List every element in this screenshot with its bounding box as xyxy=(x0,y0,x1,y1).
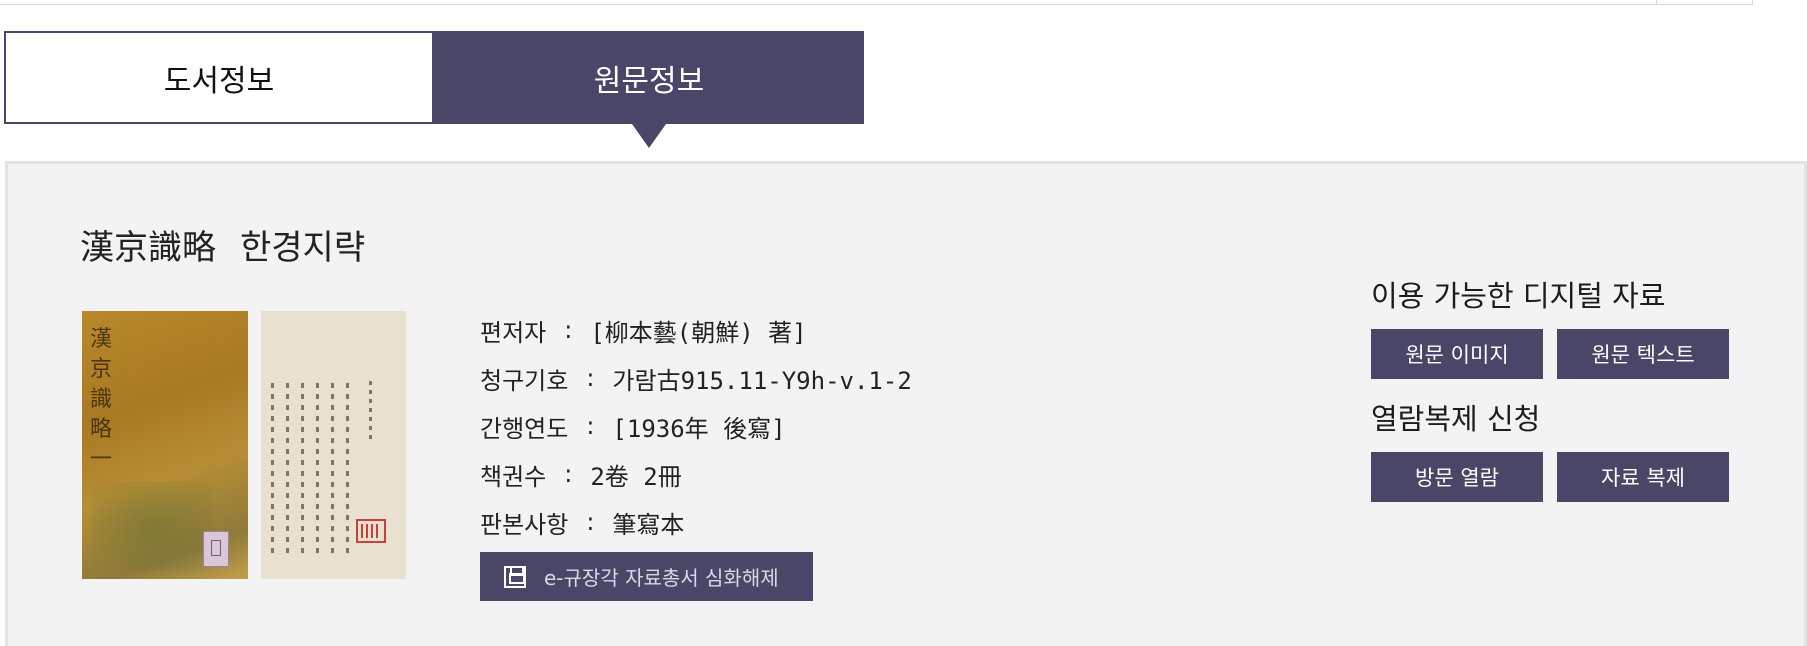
meta-label: 책권수 xyxy=(480,462,547,491)
meta-author: 편저자 : [柳本藝(朝鮮) 著] xyxy=(480,306,912,354)
book-metadata: 편저자 : [柳本藝(朝鮮) 著] 청구기호 : 가람古915.11-Y9h-v… xyxy=(480,306,912,546)
meta-colon: : xyxy=(586,508,595,536)
visit-reading-button[interactable]: 방문 열람 xyxy=(1371,452,1543,502)
book-page-thumbnail[interactable] xyxy=(261,311,406,579)
top-border-strip xyxy=(0,0,1753,5)
tab-book-info[interactable]: 도서정보 xyxy=(4,31,434,124)
material-copy-button[interactable]: 자료 복제 xyxy=(1557,452,1729,502)
tab-original-info[interactable]: 원문정보 xyxy=(434,31,864,148)
meta-label: 판본사항 xyxy=(480,510,569,539)
e-kyujanggak-commentary-button[interactable]: e-규장각 자료총서 심화해제 xyxy=(480,552,813,601)
meta-value: [柳本藝(朝鮮) 著] xyxy=(590,318,807,347)
page-side-column xyxy=(369,381,372,441)
meta-label: 간행연도 xyxy=(480,414,569,443)
meta-label: 청구기호 xyxy=(480,366,569,395)
meta-volumes: 책권수 : 2卷 2冊 xyxy=(480,450,912,498)
meta-colon: : xyxy=(564,316,573,344)
meta-value: 2卷 2冊 xyxy=(590,462,682,491)
book-title-hanja: 漢京識略 xyxy=(80,228,216,268)
meta-value: 筆寫本 xyxy=(612,510,685,539)
meta-label: 편저자 xyxy=(480,318,547,347)
book-cover-thumbnail[interactable]: 漢京識略一 xyxy=(82,311,248,579)
page-text-columns xyxy=(271,383,361,553)
save-icon xyxy=(504,565,526,588)
digital-materials-heading: 이용 가능한 디지털 자료 xyxy=(1371,279,1666,313)
top-divider xyxy=(1656,0,1657,5)
meta-value: [1936年 後寫] xyxy=(612,414,786,443)
cover-seal xyxy=(203,531,229,567)
tab-original-info-label: 원문정보 xyxy=(593,63,705,99)
original-image-button[interactable]: 원문 이미지 xyxy=(1371,329,1543,379)
meta-colon: : xyxy=(564,460,573,488)
reading-copy-request-heading: 열람복제 신청 xyxy=(1371,402,1541,436)
original-text-button[interactable]: 원문 텍스트 xyxy=(1557,329,1729,379)
cover-calligraphy: 漢京識略一 xyxy=(90,327,113,472)
meta-colon: : xyxy=(586,364,595,392)
cover-stain xyxy=(92,481,212,571)
meta-call-number: 청구기호 : 가람古915.11-Y9h-v.1-2 xyxy=(480,354,912,402)
meta-edition: 판본사항 : 筆寫本 xyxy=(480,498,912,546)
meta-colon: : xyxy=(586,412,595,440)
book-title-hangul: 한경지략 xyxy=(240,228,366,268)
meta-value: 가람古915.11-Y9h-v.1-2 xyxy=(612,366,912,395)
e-kyujanggak-commentary-label: e-규장각 자료총서 심화해제 xyxy=(544,566,779,590)
book-title: 漢京識略 한경지략 xyxy=(80,220,365,269)
meta-pub-year: 간행연도 : [1936年 後寫] xyxy=(480,402,912,450)
page-red-seal xyxy=(356,519,386,543)
active-tab-pointer xyxy=(632,124,666,148)
info-tabs: 도서정보 원문정보 xyxy=(4,31,864,148)
